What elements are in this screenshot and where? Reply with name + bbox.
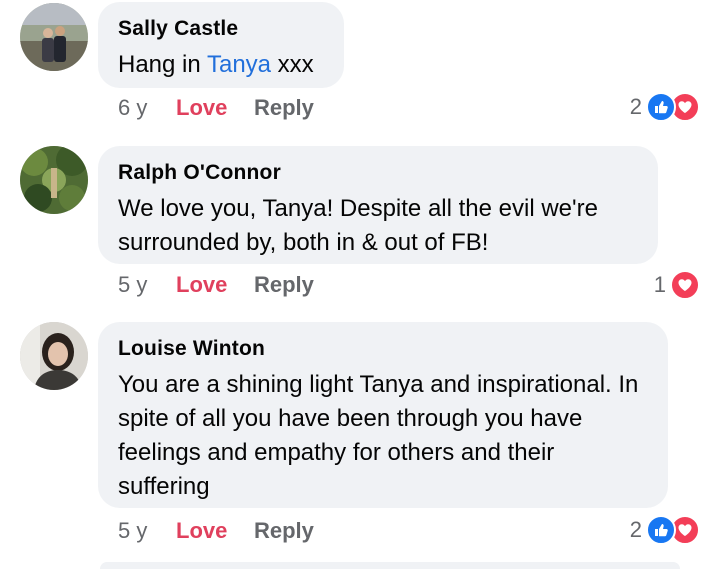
comment-author[interactable]: Ralph O'Connor bbox=[118, 160, 638, 186]
like-icon bbox=[646, 92, 676, 122]
avatar-ralph-oconnor[interactable] bbox=[20, 146, 88, 214]
avatar-sally-castle[interactable] bbox=[20, 3, 88, 71]
reply-button[interactable]: Reply bbox=[254, 517, 314, 545]
like-icon bbox=[646, 515, 676, 545]
avatar-louise-winton[interactable] bbox=[20, 322, 88, 390]
reply-button[interactable]: Reply bbox=[254, 94, 314, 122]
comment-bubble: Ralph O'Connor We love you, Tanya! Despi… bbox=[98, 146, 658, 264]
love-button[interactable]: Love bbox=[176, 271, 254, 299]
reply-button[interactable]: Reply bbox=[254, 271, 314, 299]
comment-age[interactable]: 6 y bbox=[118, 94, 176, 122]
avatar-photo bbox=[20, 3, 88, 71]
comment-actions: 5 y Love Reply bbox=[118, 517, 314, 545]
comment-actions: 6 y Love Reply bbox=[118, 94, 314, 122]
comment-text: We love you, Tanya! Despite all the evil… bbox=[118, 195, 598, 256]
reaction-count: 2 bbox=[629, 517, 642, 542]
love-icon bbox=[670, 270, 700, 300]
avatar-photo bbox=[20, 322, 88, 390]
mention-link[interactable]: Tanya bbox=[207, 51, 271, 78]
comment-text-part: Hang in bbox=[118, 51, 207, 78]
comment-author[interactable]: Sally Castle bbox=[118, 16, 324, 42]
reaction-count: 1 bbox=[653, 272, 666, 297]
next-comment-bubble-edge bbox=[100, 562, 680, 569]
love-button[interactable]: Love bbox=[176, 94, 254, 122]
comment-age[interactable]: 5 y bbox=[118, 517, 176, 545]
comment-text: Hang in Tanya xxx bbox=[118, 48, 324, 82]
comment-text-part: xxx bbox=[271, 51, 314, 78]
reaction-summary[interactable]: 1 bbox=[654, 270, 700, 300]
comment-bubble: Sally Castle Hang in Tanya xxx bbox=[98, 2, 344, 88]
avatar-photo bbox=[20, 146, 88, 214]
reaction-summary[interactable]: 2 bbox=[630, 92, 700, 122]
comment-actions: 5 y Love Reply bbox=[118, 271, 314, 299]
reaction-summary[interactable]: 2 bbox=[630, 515, 700, 545]
comment-text: You are a shining light Tanya and inspir… bbox=[118, 371, 639, 500]
comment-age[interactable]: 5 y bbox=[118, 271, 176, 299]
reaction-count: 2 bbox=[629, 94, 642, 119]
comment-author[interactable]: Louise Winton bbox=[118, 336, 648, 362]
love-button[interactable]: Love bbox=[176, 517, 254, 545]
comment-bubble: Louise Winton You are a shining light Ta… bbox=[98, 322, 668, 508]
